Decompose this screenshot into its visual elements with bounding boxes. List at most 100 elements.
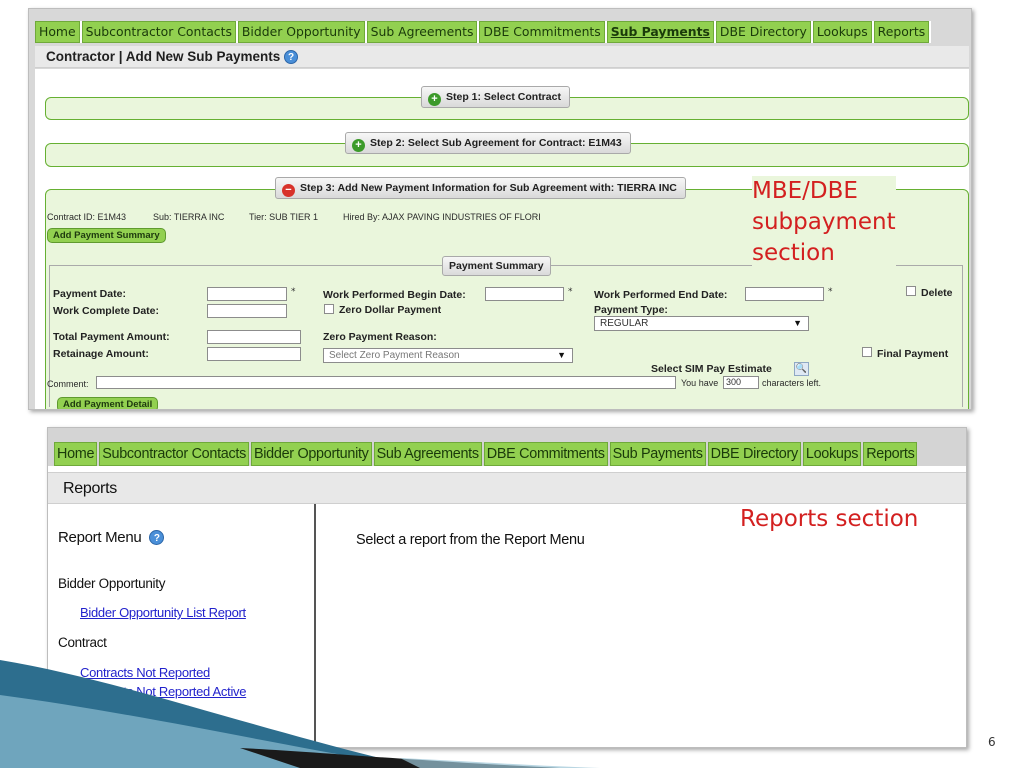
top-nav: Home Subcontractor Contacts Bidder Oppor… [35,21,932,43]
payment-summary-title: Payment Summary [442,256,551,276]
nav-tab-subcontractor-contacts[interactable]: Subcontractor Contacts [99,442,249,466]
total-payment-amount-input[interactable] [207,330,301,344]
plus-circle-icon: + [428,93,441,106]
link-commitment-payment-comparison-report[interactable]: Commitment Payment Comparison Report [80,739,314,747]
swoosh-dark [240,748,560,768]
payment-type-value: REGULAR [600,318,649,329]
select-sim-pay-estimate-label: Select SIM Pay Estimate [651,363,772,375]
link-contract-profile-report[interactable]: Contract Profile Report [80,721,206,736]
work-complete-date-label: Work Complete Date: [53,305,159,317]
plus-circle-icon: + [352,139,365,152]
link-contracts-not-reported-active[interactable]: Contracts Not Reported Active [80,684,246,699]
zero-payment-reason-placeholder: Select Zero Payment Reason [329,350,460,361]
dropdown-arrow-icon: ▼ [793,318,802,328]
reports-title: Reports [63,480,117,497]
report-menu-title: Report Menu ? [58,529,165,546]
payment-date-input[interactable] [207,287,287,301]
required-marker: * [828,287,833,297]
nav-tab-sub-agreements[interactable]: Sub Agreements [366,21,478,43]
nav-tab-home[interactable]: Home [35,21,80,43]
contract-id: Contract ID: E1M43 [47,212,127,222]
tier: Tier: SUB TIER 1 [249,212,319,222]
comment-input[interactable] [96,376,676,389]
slide: Home Subcontractor Contacts Bidder Oppor… [0,0,1024,768]
nav-tab-reports[interactable]: Reports [863,442,918,466]
step2-label: Step 2: Select Sub Agreement for Contrac… [370,137,622,149]
nav-tab-dbe-commitments[interactable]: DBE Commitments [483,442,608,466]
mbe-dbe-annotation: MBE/DBE subpayment section [752,176,896,269]
report-menu-title-text: Report Menu [58,529,142,546]
nav-tab-sub-payments[interactable]: Sub Payments [609,442,706,466]
help-icon[interactable]: ? [149,530,165,545]
delete-checkbox[interactable] [906,286,916,296]
retainage-amount-input[interactable] [207,347,301,361]
nav-tab-bidder-opportunity[interactable]: Bidder Opportunity [237,21,365,43]
link-contract-list-report[interactable]: Contract List Report [80,702,190,717]
zero-dollar-payment-label: Zero Dollar Payment [339,304,442,316]
nav-tab-home[interactable]: Home [54,442,98,466]
work-begin-date-label: Work Performed Begin Date: [323,289,466,301]
chars-left-counter: 300 [723,376,759,389]
step3-label: Step 3: Add New Payment Information for … [300,182,677,194]
swoosh-accent [400,758,600,768]
search-magnifier-icon[interactable]: 🔍 [794,362,809,376]
step1-label: Step 1: Select Contract [446,91,561,103]
nav-tab-lookups[interactable]: Lookups [812,21,872,43]
nav-tab-subcontractor-contacts[interactable]: Subcontractor Contacts [81,21,236,43]
zero-dollar-payment-checkbox[interactable] [324,304,334,314]
step3-button[interactable]: − Step 3: Add New Payment Information for… [275,177,686,199]
characters-left-label: characters left. [762,378,822,388]
reports-annotation: Reports section [740,506,919,532]
annotation-line: section [752,240,835,266]
final-payment-label: Final Payment [877,348,949,360]
work-complete-date-input[interactable] [207,304,287,318]
nav-tab-sub-agreements[interactable]: Sub Agreements [373,442,482,466]
page-title-text: Contractor | Add New Sub Payments [46,49,281,64]
work-end-date-label: Work Performed End Date: [594,289,728,301]
section-bidder-opportunity: Bidder Opportunity [58,576,166,591]
add-payment-detail-button[interactable]: Add Payment Detail [57,397,159,409]
comment-label: Comment: [47,379,89,389]
hired-by: Hired By: AJAX PAVING INDUSTRIES OF FLOR… [343,212,541,222]
report-content-panel: Select a report from the Report Menu [318,504,966,747]
work-begin-date-input[interactable] [485,287,564,301]
report-menu-panel: Report Menu ? Bidder Opportunity Bidder … [48,504,316,747]
dropdown-arrow-icon: ▼ [557,350,566,360]
section-contract: Contract [58,635,107,650]
nav-tab-lookups[interactable]: Lookups [802,442,862,466]
work-end-date-input[interactable] [745,287,824,301]
nav-tab-reports[interactable]: Reports [873,21,930,43]
total-payment-amount-label: Total Payment Amount: [53,331,170,343]
step1-button[interactable]: + Step 1: Select Contract [421,86,570,108]
reports-header: Reports [48,472,966,504]
payment-type-select[interactable]: REGULAR ▼ [594,316,809,331]
nav-tab-dbe-commitments[interactable]: DBE Commitments [479,21,605,43]
payment-type-label: Payment Type: [594,304,668,316]
annotation-line: MBE/DBE [752,178,858,204]
page-title: Contractor | Add New Sub Payments ? [46,49,299,65]
retainage-amount-label: Retainage Amount: [53,348,149,360]
link-bidder-opportunity-list-report[interactable]: Bidder Opportunity List Report [80,605,246,620]
reports-screenshot: Home Subcontractor Contacts Bidder Oppor… [47,427,967,748]
payment-date-label: Payment Date: [53,288,126,300]
help-icon[interactable]: ? [284,50,299,65]
nav-tab-dbe-directory[interactable]: DBE Directory [715,21,811,43]
required-marker: * [568,287,573,297]
nav-tab-sub-payments[interactable]: Sub Payments [606,21,714,43]
page-title-bar: Contractor | Add New Sub Payments ? [35,46,969,68]
final-payment-checkbox[interactable] [862,347,872,357]
page-number: 6 [988,735,996,749]
minus-circle-icon: − [282,184,295,197]
link-contracts-not-reported[interactable]: Contracts Not Reported [80,665,210,680]
top-nav: Home Subcontractor Contacts Bidder Oppor… [54,442,919,466]
nav-tab-dbe-directory[interactable]: DBE Directory [707,442,801,466]
delete-label: Delete [921,287,953,299]
sub-name: Sub: TIERRA INC [153,212,225,222]
add-payment-summary-button[interactable]: Add Payment Summary [47,228,166,243]
zero-payment-reason-label: Zero Payment Reason: [323,331,437,343]
required-marker: * [291,287,296,297]
zero-payment-reason-select[interactable]: Select Zero Payment Reason ▼ [323,348,573,363]
step2-button[interactable]: + Step 2: Select Sub Agreement for Contra… [345,132,631,154]
annotation-line: subpayment [752,209,896,235]
nav-tab-bidder-opportunity[interactable]: Bidder Opportunity [250,442,372,466]
